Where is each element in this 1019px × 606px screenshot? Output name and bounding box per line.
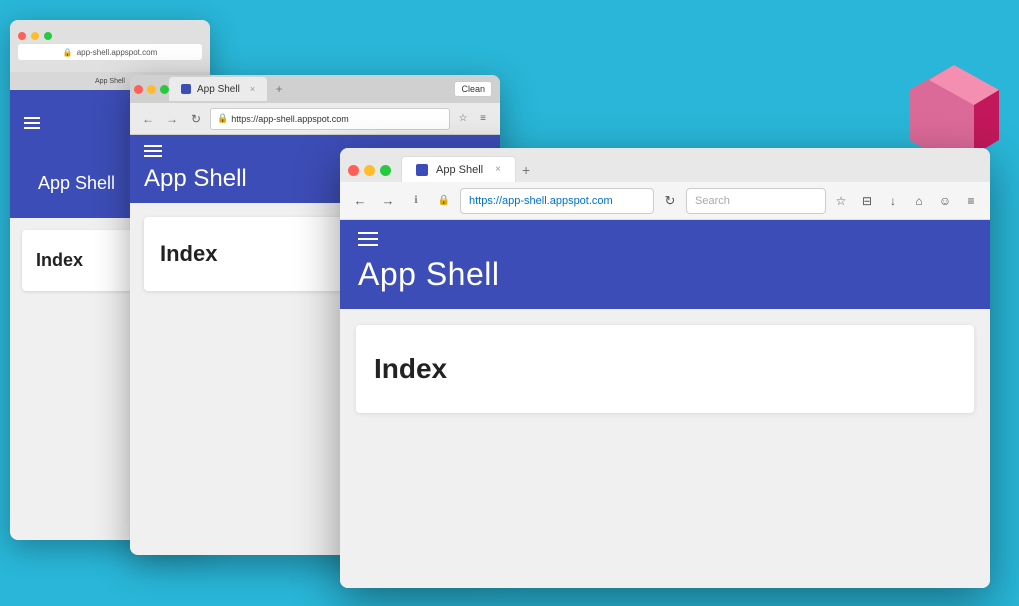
lock-icon-1: 🔒 (63, 48, 73, 57)
browser-window-firefox: App Shell × + ← → ℹ 🔒 https://app-shell.… (340, 148, 990, 588)
toolbar-actions-2: ☆ ≡ (454, 110, 492, 128)
tab-label-2: App Shell (197, 84, 240, 95)
card-title-3: Index (374, 353, 447, 384)
close-button-1[interactable] (18, 32, 26, 40)
url-text-2: https://app-shell.appspot.com (231, 114, 349, 124)
tab-bar-2: App Shell × + Clean (130, 75, 500, 103)
lock-icon-2: 🔒 (217, 113, 228, 124)
maximize-button-2[interactable] (160, 85, 169, 94)
menu-icon-2[interactable]: ≡ (474, 110, 492, 128)
window-controls-3 (348, 165, 391, 176)
minimize-button-3[interactable] (364, 165, 375, 176)
tab-close-3[interactable]: × (495, 164, 501, 175)
page-content-3: App Shell Index (340, 220, 990, 588)
info-icon-3[interactable]: ℹ (404, 189, 428, 213)
tab-favicon-3 (416, 164, 428, 176)
refresh-button-2[interactable]: ↻ (186, 109, 206, 129)
card-title-1: Index (36, 250, 83, 270)
back-button-3[interactable]: ← (348, 189, 372, 213)
menu-icon-3[interactable]: ≡ (960, 190, 982, 212)
new-tab-button-3[interactable]: + (522, 162, 530, 178)
refresh-button-3[interactable]: ↻ (658, 189, 682, 213)
new-tab-button-2[interactable]: + (271, 81, 287, 97)
tab-favicon-2 (181, 84, 191, 94)
search-placeholder-3: Search (695, 195, 730, 207)
forward-button-2[interactable]: → (162, 109, 182, 129)
tab-label-1[interactable]: App Shell (95, 78, 125, 85)
download-icon-3[interactable]: ↓ (882, 190, 904, 212)
content-card-3: Index (356, 325, 974, 413)
minimize-button-1[interactable] (31, 32, 39, 40)
clean-button[interactable]: Clean (454, 81, 492, 97)
sync-icon-3[interactable]: ☺ (934, 190, 956, 212)
home-icon-3[interactable]: ⌂ (908, 190, 930, 212)
active-tab-3[interactable]: App Shell × (401, 156, 516, 182)
toolbar-2: ← → ↻ 🔒 https://app-shell.appspot.com ☆ … (130, 103, 500, 135)
close-button-3[interactable] (348, 165, 359, 176)
app-title-3: App Shell (358, 256, 972, 293)
url-bar-2[interactable]: 🔒 https://app-shell.appspot.com (210, 108, 450, 130)
card-title-2: Index (160, 241, 217, 266)
url-bar-1[interactable]: 🔒 app-shell.appspot.com (18, 44, 202, 60)
library-icon-3[interactable]: ⊟ (856, 190, 878, 212)
app-header-3: App Shell (340, 220, 990, 309)
close-button-2[interactable] (134, 85, 143, 94)
search-bar-3[interactable]: Search (686, 188, 826, 214)
hamburger-icon-1[interactable] (24, 117, 40, 129)
minimize-button-2[interactable] (147, 85, 156, 94)
star-icon-2[interactable]: ☆ (454, 110, 472, 128)
lock-toolbar-3: 🔒 (432, 189, 456, 213)
window-controls-1 (18, 32, 202, 40)
toolbar-right-3: ☆ ⊟ ↓ ⌂ ☺ ≡ (830, 190, 982, 212)
url-text-3: https://app-shell.appspot.com (469, 195, 613, 207)
bookmark-icon-3[interactable]: ☆ (830, 190, 852, 212)
window-chrome-1: 🔒 app-shell.appspot.com (10, 20, 210, 72)
toolbar-3: ← → ℹ 🔒 https://app-shell.appspot.com ↻ … (340, 182, 990, 220)
hamburger-icon-3[interactable] (358, 232, 972, 246)
tab-label-3: App Shell (436, 164, 483, 176)
tab-close-2[interactable]: × (250, 84, 255, 94)
maximize-button-3[interactable] (380, 165, 391, 176)
maximize-button-1[interactable] (44, 32, 52, 40)
active-tab-2[interactable]: App Shell × (169, 77, 267, 101)
tab-bar-3: App Shell × + (340, 148, 990, 182)
window-controls-2 (134, 85, 169, 94)
url-bar-3[interactable]: https://app-shell.appspot.com (460, 188, 654, 214)
url-text-1: app-shell.appspot.com (77, 48, 158, 57)
back-button-2[interactable]: ← (138, 109, 158, 129)
forward-button-3[interactable]: → (376, 189, 400, 213)
